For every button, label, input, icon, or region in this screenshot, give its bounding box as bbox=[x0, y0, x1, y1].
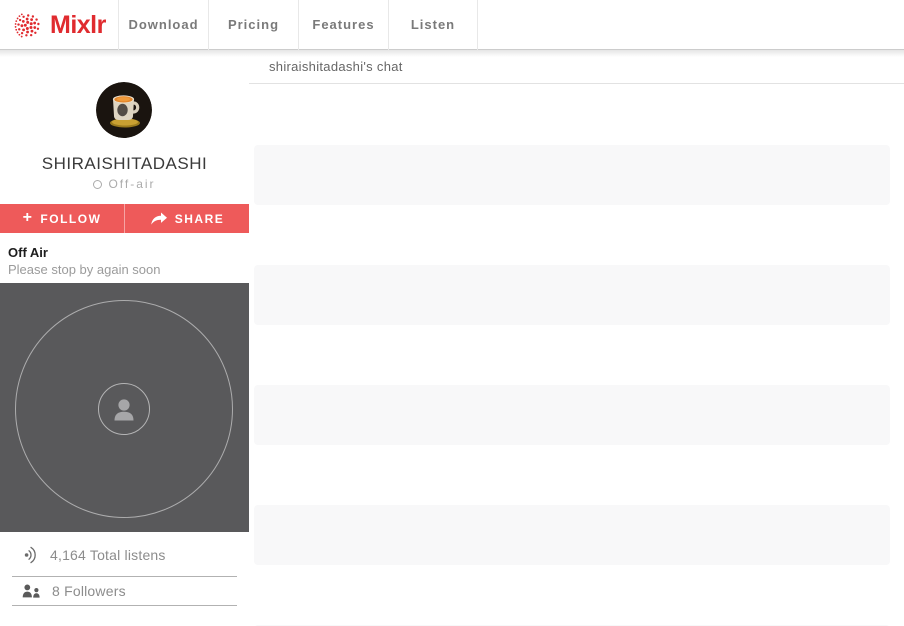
chat-row bbox=[249, 325, 904, 385]
status-label: Off-air bbox=[108, 177, 155, 191]
followers-label: 8 Followers bbox=[52, 583, 126, 599]
top-navbar: Mixlr Download Pricing Features Listen bbox=[0, 0, 904, 50]
status-offair: Off-air bbox=[0, 177, 249, 191]
follow-button[interactable]: + FOLLOW bbox=[0, 204, 124, 233]
mixlr-logo[interactable]: Mixlr bbox=[14, 0, 106, 50]
chat-row bbox=[254, 265, 890, 325]
profile-avatar bbox=[96, 82, 152, 138]
share-label: SHARE bbox=[175, 212, 225, 226]
offair-notice: Off Air Please stop by again soon bbox=[0, 233, 249, 277]
nav-item-pricing[interactable]: Pricing bbox=[208, 0, 298, 50]
chat-row bbox=[254, 145, 890, 205]
chat-message-list[interactable] bbox=[249, 85, 904, 626]
plus-icon: + bbox=[23, 210, 34, 226]
chat-row bbox=[254, 385, 890, 445]
listener-placeholder bbox=[98, 383, 150, 435]
player-panel bbox=[0, 283, 249, 532]
followers-icon bbox=[22, 584, 41, 599]
mixlr-logo-icon bbox=[14, 11, 43, 40]
follow-label: FOLLOW bbox=[40, 212, 101, 226]
stats-list: 4,164 Total listens 8 Followers bbox=[0, 533, 249, 606]
chat-row bbox=[249, 205, 904, 265]
chat-header: shiraishitadashi's chat bbox=[249, 50, 904, 84]
total-listens-label: 4,164 Total listens bbox=[50, 547, 166, 563]
chat-row bbox=[249, 445, 904, 505]
chat-title: shiraishitadashi's chat bbox=[269, 59, 403, 74]
stat-total-listens: 4,164 Total listens bbox=[12, 533, 237, 577]
action-buttons: + FOLLOW SHARE bbox=[0, 204, 249, 233]
nav-item-download[interactable]: Download bbox=[118, 0, 208, 50]
person-icon bbox=[111, 395, 137, 423]
chat-row bbox=[249, 85, 904, 145]
coffee-mug-avatar-image bbox=[96, 82, 152, 138]
chat-panel: shiraishitadashi's chat bbox=[249, 50, 904, 626]
chat-row bbox=[249, 565, 904, 625]
listens-icon bbox=[22, 546, 39, 564]
mixlr-profile-page: Mixlr Download Pricing Features Listen bbox=[0, 0, 904, 626]
profile-sidebar: SHIRAISHITADASHI Off-air + FOLLOW SHARE … bbox=[0, 50, 249, 626]
share-icon bbox=[150, 212, 168, 225]
offair-title: Off Air bbox=[8, 245, 241, 260]
mixlr-logo-text: Mixlr bbox=[50, 13, 106, 38]
offair-subtitle: Please stop by again soon bbox=[8, 262, 241, 277]
chat-row bbox=[254, 505, 890, 565]
profile-name: SHIRAISHITADASHI bbox=[0, 154, 249, 174]
nav-item-features[interactable]: Features bbox=[298, 0, 388, 50]
nav-menu: Download Pricing Features Listen bbox=[118, 0, 478, 50]
share-button[interactable]: SHARE bbox=[124, 204, 249, 233]
nav-item-listen[interactable]: Listen bbox=[388, 0, 478, 50]
offair-dot-icon bbox=[93, 180, 102, 189]
stat-followers: 8 Followers bbox=[12, 577, 237, 606]
